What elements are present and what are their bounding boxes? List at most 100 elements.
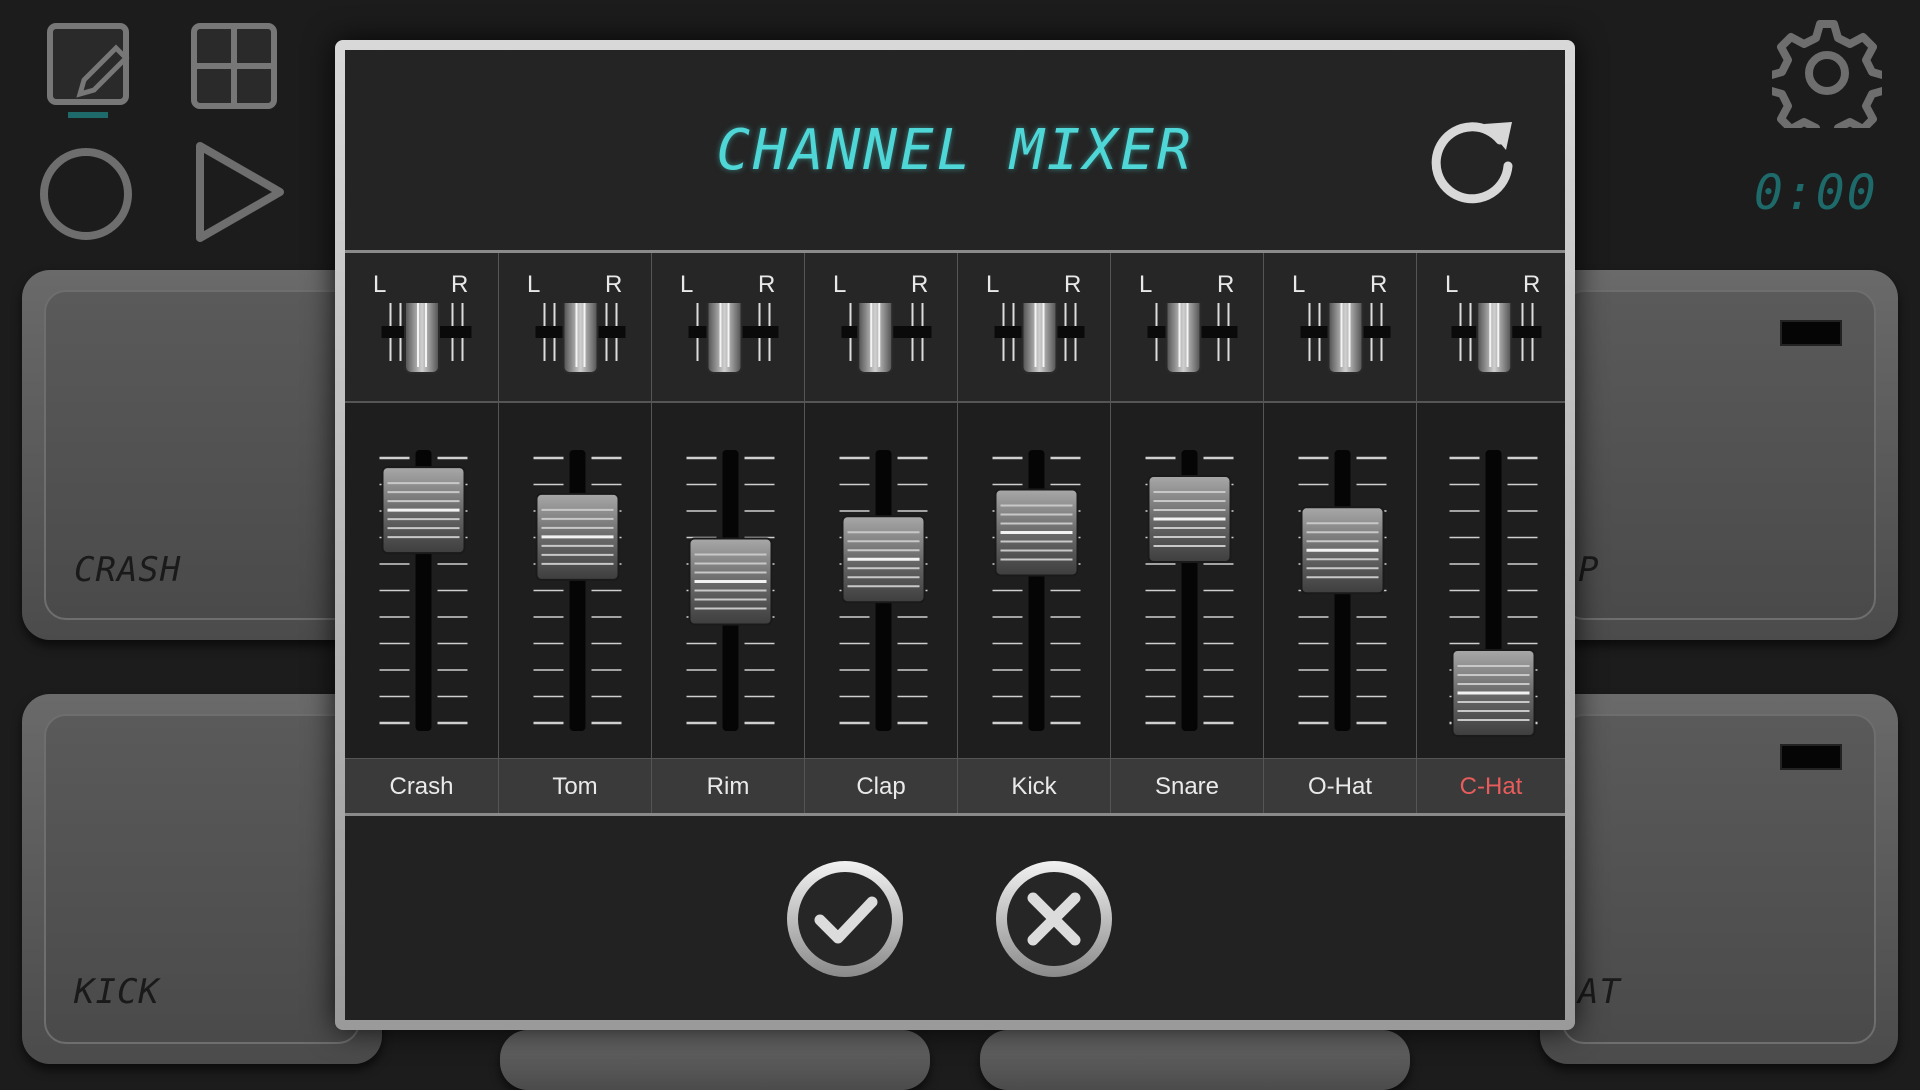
channel-strip: L R O-Hat: [1263, 253, 1416, 814]
pad-clap[interactable]: P: [1540, 270, 1898, 640]
pan-knob[interactable]: [1417, 303, 1565, 403]
pad-label: AT: [1578, 972, 1621, 1012]
pan-right-label: R: [605, 271, 623, 298]
channel-strip: L R Rim: [651, 253, 804, 814]
pan-knob[interactable]: [345, 303, 498, 403]
pan-section: L R: [652, 253, 804, 403]
channel-strip: L R Tom: [498, 253, 652, 814]
channel-strip: L R C-Hat: [1416, 253, 1565, 814]
settings-gear-icon: [1764, 20, 1890, 146]
volume-fader[interactable]: [1111, 403, 1264, 758]
volume-fader[interactable]: [652, 403, 805, 758]
confirm-check-icon: [787, 861, 903, 977]
pan-section: L R: [958, 253, 1110, 403]
pan-left-label: L: [1139, 271, 1153, 298]
pan-right-label: R: [758, 271, 776, 298]
channel-strip: L R Kick: [957, 253, 1111, 814]
pad-bottom-1[interactable]: [500, 1030, 930, 1090]
pan-left-label: L: [680, 271, 694, 298]
channel-mixer-dialog: CHANNEL MIXER L R Crash L R Tom L R Rim …: [335, 40, 1575, 1030]
pan-knob-cap: [562, 303, 599, 374]
pan-knob[interactable]: [805, 303, 958, 403]
pan-knob-cap: [1021, 303, 1058, 374]
pad-led: [1780, 320, 1842, 346]
pan-right-label: R: [1523, 271, 1541, 298]
play-button[interactable]: [192, 140, 292, 250]
fader-section: [345, 403, 498, 758]
reset-icon: [1431, 122, 1513, 204]
volume-fader[interactable]: [345, 403, 498, 758]
pan-knob[interactable]: [652, 303, 805, 403]
time-display: 0:00: [1754, 165, 1878, 221]
channel-name[interactable]: Snare: [1111, 758, 1263, 814]
channel-name[interactable]: Clap: [805, 758, 957, 814]
pad-label: P: [1578, 550, 1600, 590]
volume-fader[interactable]: [499, 403, 652, 758]
channel-name[interactable]: Tom: [499, 758, 651, 814]
fader-section: [1417, 403, 1565, 758]
pan-knob-cap: [857, 303, 894, 374]
pad-hat[interactable]: AT: [1540, 694, 1898, 1064]
pan-knob-cap: [404, 303, 440, 374]
pad-label: KICK: [74, 972, 160, 1012]
pan-left-label: L: [527, 271, 541, 298]
channel-strip: L R Snare: [1110, 253, 1264, 814]
fader-section: [652, 403, 804, 758]
channel-strip: L R Crash: [345, 253, 498, 814]
settings-button[interactable]: [1764, 18, 1890, 146]
grid-icon: [191, 23, 277, 109]
fader-section: [1264, 403, 1416, 758]
pan-knob[interactable]: [499, 303, 652, 403]
channel-strips: L R Crash L R Tom L R Rim L R Clap L R K…: [345, 253, 1565, 814]
pan-right-label: R: [1217, 271, 1235, 298]
pan-knob[interactable]: [1111, 303, 1264, 403]
pad-kick[interactable]: KICK: [22, 694, 382, 1064]
volume-fader[interactable]: [805, 403, 958, 758]
pan-left-label: L: [986, 271, 1000, 298]
edit-button[interactable]: [44, 20, 136, 120]
record-button[interactable]: [38, 146, 138, 246]
pan-left-label: L: [1445, 271, 1459, 298]
cancel-x-icon: [996, 861, 1112, 977]
pan-section: L R: [1111, 253, 1263, 403]
dialog-footer: [345, 816, 1565, 1020]
grid-button[interactable]: [190, 22, 280, 112]
volume-fader[interactable]: [958, 403, 1111, 758]
pan-left-label: L: [373, 271, 387, 298]
pan-right-label: R: [1064, 271, 1082, 298]
dialog-title: CHANNEL MIXER: [716, 118, 1194, 183]
channel-name-selected[interactable]: C-Hat: [1417, 758, 1565, 814]
reset-button[interactable]: [1422, 110, 1522, 210]
pan-right-label: R: [911, 271, 929, 298]
cancel-button[interactable]: [991, 856, 1117, 982]
pan-left-label: L: [833, 271, 847, 298]
play-icon: [196, 142, 284, 242]
fader-section: [805, 403, 957, 758]
pan-left-label: L: [1292, 271, 1306, 298]
record-icon: [40, 148, 132, 240]
pad-crash[interactable]: CRASH: [22, 270, 382, 640]
pad-led: [1780, 744, 1842, 770]
volume-fader[interactable]: [1417, 403, 1565, 758]
pan-section: L R: [1264, 253, 1416, 403]
pan-right-label: R: [451, 271, 469, 298]
confirm-button[interactable]: [782, 856, 908, 982]
channel-strip: L R Clap: [804, 253, 957, 814]
channel-name[interactable]: Kick: [958, 758, 1110, 814]
channel-name[interactable]: O-Hat: [1264, 758, 1416, 814]
pad-bottom-2[interactable]: [980, 1030, 1410, 1090]
pan-knob[interactable]: [958, 303, 1111, 403]
edit-icon: [47, 23, 130, 118]
pan-knob[interactable]: [1264, 303, 1417, 403]
fader-track: [569, 450, 586, 731]
pan-right-label: R: [1370, 271, 1388, 298]
pan-section: L R: [345, 253, 498, 403]
pan-knob-cap: [706, 303, 743, 374]
pad-label: CRASH: [74, 550, 182, 590]
pan-section: L R: [1417, 253, 1565, 403]
channel-name[interactable]: Crash: [345, 758, 498, 814]
pan-knob-cap: [1165, 303, 1202, 374]
pan-section: L R: [805, 253, 957, 403]
volume-fader[interactable]: [1264, 403, 1417, 758]
channel-name[interactable]: Rim: [652, 758, 804, 814]
